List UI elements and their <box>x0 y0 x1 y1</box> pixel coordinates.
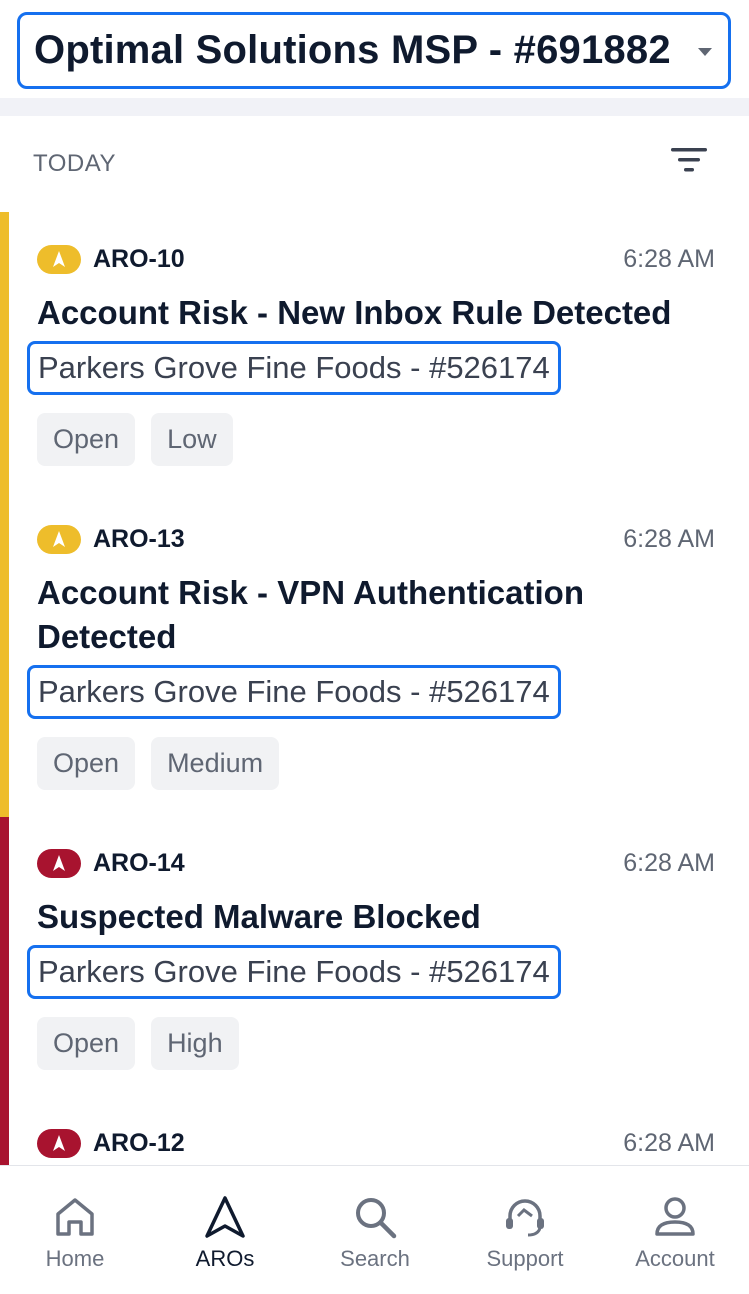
aro-arrow-icon <box>53 855 65 871</box>
nav-search[interactable]: Search <box>300 1166 450 1294</box>
nav-account[interactable]: Account <box>600 1166 749 1294</box>
search-icon <box>356 1198 397 1239</box>
aro-header: ARO-12 <box>37 1127 185 1159</box>
aro-company[interactable]: Parkers Grove Fine Foods - #526174 <box>27 945 561 999</box>
nav-home-label: Home <box>45 1246 105 1271</box>
aro-arrow-icon <box>53 1135 65 1151</box>
aro-id: ARO-12 <box>93 1128 185 1157</box>
severity-tag: Medium <box>151 737 280 790</box>
aro-id: ARO-13 <box>93 524 185 553</box>
aro-title: Account Risk - VPN Authentication Detect… <box>37 574 584 655</box>
aro-time: 6:28 AM <box>623 245 715 273</box>
support-headset-icon <box>506 1199 544 1237</box>
caret-down-icon <box>698 48 712 56</box>
aro-header: ARO-10 <box>37 243 185 275</box>
aro-company[interactable]: Parkers Grove Fine Foods - #526174 <box>27 665 561 719</box>
aro-title: Account Risk - New Inbox Rule Detected <box>37 294 672 331</box>
aro-card[interactable]: ARO-13 6:28 AM Account Risk - VPN Authen… <box>0 523 749 798</box>
severity-tag: High <box>151 1017 239 1070</box>
home-icon <box>56 1198 94 1236</box>
aro-company[interactable]: Parkers Grove Fine Foods - #526174 <box>27 341 561 395</box>
nav-aros-label: AROs <box>195 1246 255 1271</box>
nav-support-label: Support <box>486 1246 564 1271</box>
aro-tags: Open Medium <box>37 737 280 790</box>
severity-pill <box>37 524 81 554</box>
nav-account-label: Account <box>635 1246 715 1271</box>
nav-search-label: Search <box>340 1246 410 1271</box>
aro-arrow-icon <box>53 531 65 547</box>
aro-id: ARO-10 <box>93 244 185 273</box>
aro-time: 6:28 AM <box>623 525 715 553</box>
status-tag: Open <box>37 413 136 466</box>
aro-time: 6:28 AM <box>623 849 715 877</box>
aro-header: ARO-13 <box>37 523 185 555</box>
header-divider <box>0 98 749 116</box>
account-person-icon <box>655 1197 695 1236</box>
severity-pill <box>37 244 81 274</box>
section-title: TODAY <box>33 150 116 177</box>
aro-arrow-icon <box>205 1196 245 1238</box>
organization-selector[interactable]: Optimal Solutions MSP - #691882 <box>17 12 731 89</box>
severity-pill <box>37 1128 81 1158</box>
organization-selector-label: Optimal Solutions MSP - #691882 <box>34 28 671 72</box>
severity-tag: Low <box>151 413 233 466</box>
aro-list-screen: Optimal Solutions MSP - #691882 TODAY AR… <box>0 0 749 1294</box>
nav-support[interactable]: Support <box>450 1166 600 1294</box>
aro-card[interactable]: ARO-10 6:28 AM Account Risk - New Inbox … <box>0 243 749 473</box>
aro-header: ARO-14 <box>37 847 185 879</box>
filter-icon[interactable] <box>668 143 712 179</box>
nav-home[interactable]: Home <box>0 1166 150 1294</box>
nav-aros[interactable]: AROs <box>150 1166 300 1294</box>
aro-card[interactable]: ARO-14 6:28 AM Suspected Malware Blocked… <box>0 847 749 1077</box>
aro-tags: Open High <box>37 1017 239 1070</box>
aro-tags: Open Low <box>37 413 233 466</box>
status-tag: Open <box>37 737 136 790</box>
aro-arrow-icon <box>53 251 65 267</box>
aro-title: Suspected Malware Blocked <box>37 898 481 935</box>
status-tag: Open <box>37 1017 136 1070</box>
aro-card[interactable]: ARO-12 6:28 AM <box>0 1127 749 1165</box>
aro-id: ARO-14 <box>93 848 185 877</box>
bottom-navigation: Home AROs Search Support Account <box>0 1165 749 1294</box>
aro-time: 6:28 AM <box>623 1129 715 1157</box>
severity-pill <box>37 848 81 878</box>
